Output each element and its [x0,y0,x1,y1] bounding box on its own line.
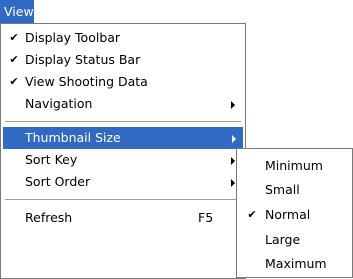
menu-separator [5,199,241,200]
submenu-item-minimum[interactable]: Minimum [239,155,350,177]
view-menu-title[interactable]: View [0,0,34,23]
menu-item-display-status-bar[interactable]: ✔ Display Status Bar [4,49,242,71]
submenu-item-maximum[interactable]: Maximum [239,253,350,275]
submenu-item-label: Large [265,232,301,247]
submenu-item-label: Minimum [265,158,323,173]
checkmark-icon: ✔ [9,75,19,88]
submenu-item-small[interactable]: Small [239,179,350,201]
menu-item-label: Thumbnail Size [25,130,121,145]
submenu-arrow-icon [231,179,235,187]
menu-item-label: Sort Order [25,174,91,189]
menu-item-view-shooting-data[interactable]: ✔ View Shooting Data [4,71,242,93]
menu-item-refresh[interactable]: Refresh F5 [4,207,242,229]
menu-separator [5,121,241,122]
submenu-item-label: Maximum [265,256,327,271]
checkmark-icon: ✔ [247,208,257,221]
menu-item-sort-order[interactable]: Sort Order [4,171,242,193]
menu-item-label: Refresh [25,210,73,225]
shortcut-label: F5 [198,210,214,225]
thumbnail-size-submenu: Minimum Small ✔ Normal Large Maximum [236,148,353,278]
submenu-arrow-icon [232,135,236,143]
menu-item-display-toolbar[interactable]: ✔ Display Toolbar [4,27,242,49]
menu-item-thumbnail-size[interactable]: Thumbnail Size [3,127,243,149]
checkmark-icon: ✔ [9,53,19,66]
view-menu: ✔ Display Toolbar ✔ Display Status Bar ✔… [0,23,246,279]
menu-item-navigation[interactable]: Navigation [4,93,242,115]
submenu-item-label: Small [265,182,300,197]
menu-item-label: Navigation [25,96,93,111]
menu-item-label: Sort Key [25,152,78,167]
menu-item-label: View Shooting Data [25,74,148,89]
checkmark-icon: ✔ [9,31,19,44]
menu-item-sort-key[interactable]: Sort Key [4,149,242,171]
submenu-item-large[interactable]: Large [239,229,350,251]
submenu-item-normal[interactable]: ✔ Normal [239,204,350,226]
menu-item-label: Display Status Bar [25,52,141,67]
submenu-item-label: Normal [265,207,311,222]
submenu-arrow-icon [231,157,235,165]
menu-item-label: Display Toolbar [25,30,121,45]
submenu-arrow-icon [231,101,235,109]
